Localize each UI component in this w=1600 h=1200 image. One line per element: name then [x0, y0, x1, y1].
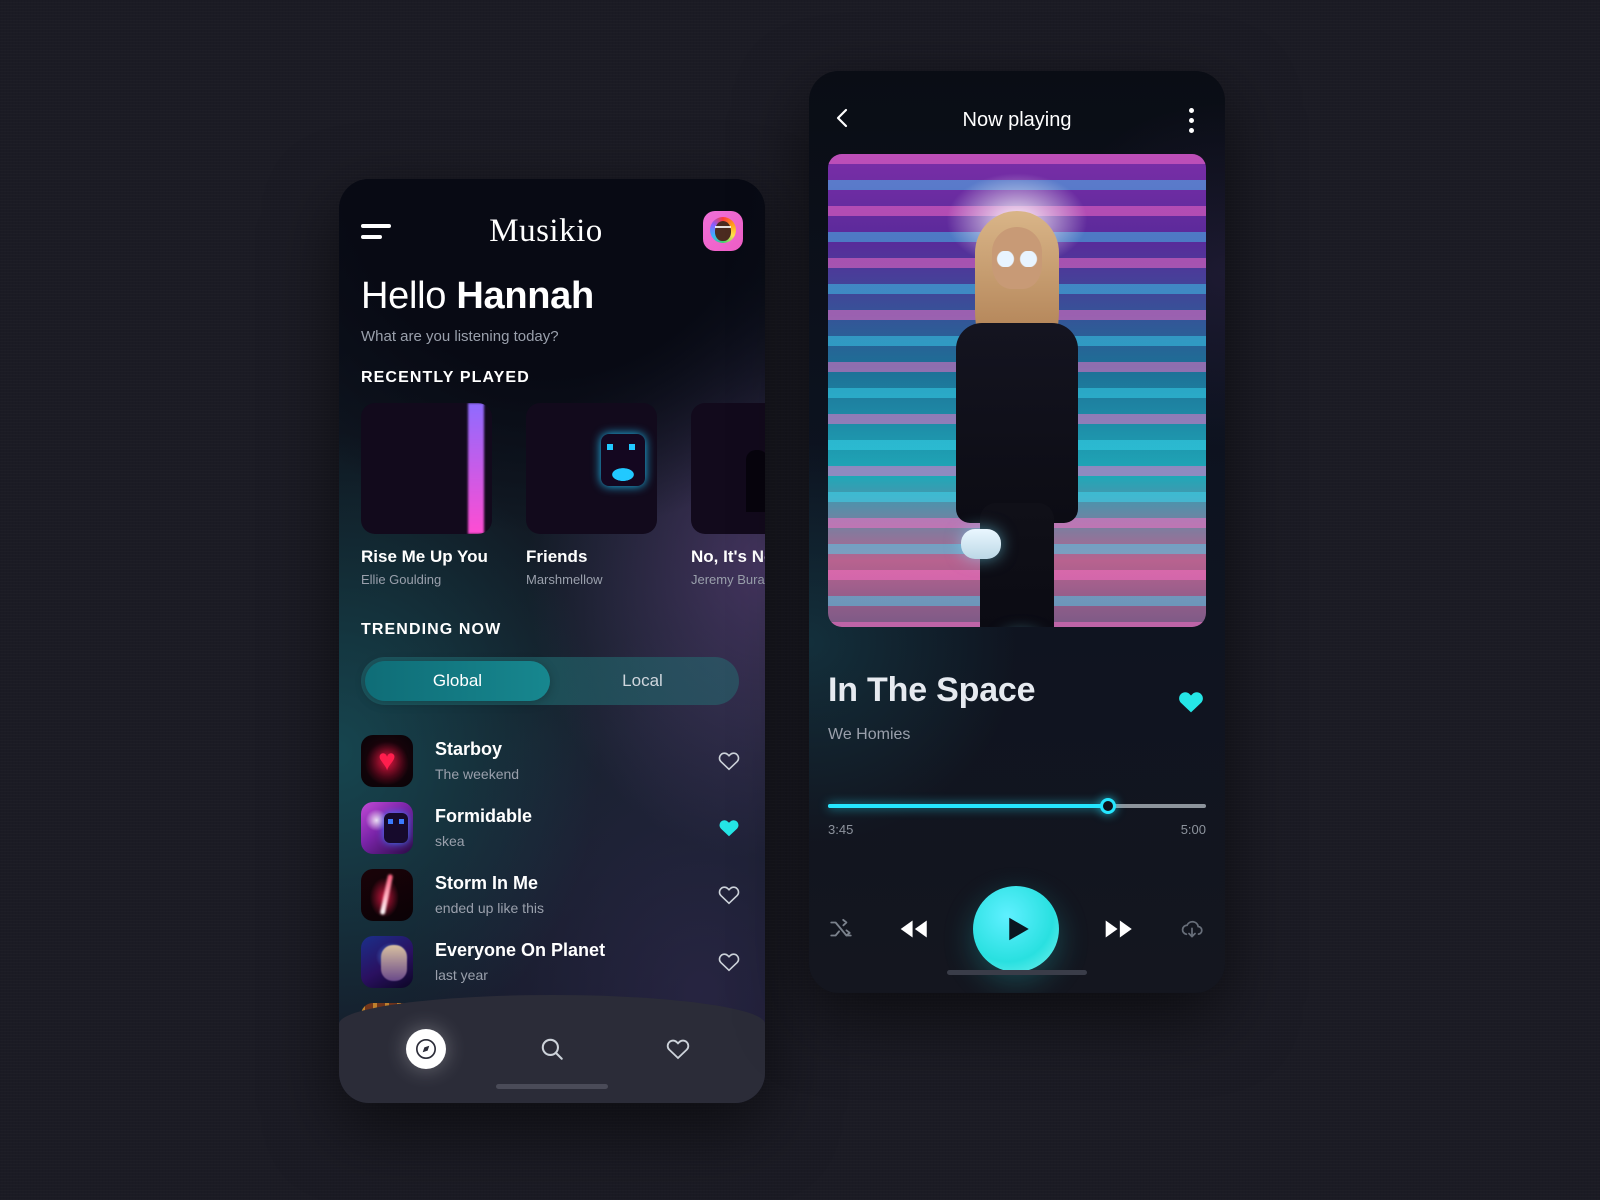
card-title: Rise Me Up You: [361, 547, 488, 566]
background-texture: [0, 0, 1600, 1200]
track-title: Storm In Me: [435, 873, 539, 893]
track-artist: last year: [435, 967, 488, 983]
time-total: 5:00: [1180, 822, 1206, 837]
heart-outline-icon[interactable]: [717, 749, 741, 773]
progress-knob[interactable]: [1099, 798, 1116, 814]
progress-times: 3:45 5:00: [828, 822, 1206, 837]
artwork-legs: [980, 502, 1054, 627]
track-art-icon: [361, 801, 413, 854]
song-title: In The Space: [828, 671, 1036, 709]
track-artist: The weekend: [435, 766, 520, 782]
now-playing-info: In The Space We Homies: [828, 671, 1206, 744]
track-title: Everyone On Planet: [435, 940, 606, 960]
avatar[interactable]: [703, 211, 743, 251]
recently-played-card[interactable]: Rise Me Up You Ellie Goulding: [361, 403, 492, 587]
page-title: Now playing: [962, 108, 1072, 131]
player-controls: [828, 886, 1206, 972]
shuffle-icon[interactable]: [828, 916, 854, 942]
avatar-face: [715, 221, 731, 241]
greeting-heading: Hello Hannah: [361, 275, 594, 318]
avatar-glasses: [715, 226, 731, 230]
heart-filled-icon[interactable]: [1176, 687, 1206, 725]
recently-played-heading: RECENTLY PLAYED: [361, 369, 530, 386]
tab-global[interactable]: Global: [365, 661, 550, 701]
trending-now-heading: TRENDING NOW: [361, 621, 502, 638]
rewind-icon[interactable]: [897, 912, 931, 946]
player-top-bar: Now playing: [809, 97, 1225, 143]
greeting-name: Hannah: [456, 275, 594, 317]
now-playing-phone: Now playing In The Space We Homies 3:45 …: [809, 71, 1225, 993]
recently-played-card[interactable]: Friends Marshmellow: [526, 403, 657, 587]
track-artist: ended up like this: [435, 900, 544, 916]
sunglasses-icon: [994, 250, 1040, 267]
list-item[interactable]: Everyone On Planet last year: [361, 928, 751, 995]
album-art-icon: [526, 403, 657, 534]
home-indicator: [496, 1084, 608, 1089]
list-item[interactable]: Formidable skea: [361, 794, 751, 861]
home-top-bar: Musikio: [339, 205, 765, 257]
home-scroll-area[interactable]: Musikio Hello Hannah What are you listen…: [339, 179, 765, 1103]
list-item[interactable]: Starboy The weekend: [361, 727, 751, 794]
track-art-icon: [361, 734, 413, 787]
track-meta: Starboy The weekend: [435, 739, 717, 782]
recently-played-card[interactable]: No, It's Not Jeremy Burak: [691, 403, 765, 587]
chevron-left-icon[interactable]: [831, 106, 855, 135]
sidebar-item-favorites[interactable]: [658, 1029, 698, 1069]
card-artist: Ellie Goulding: [361, 572, 442, 587]
album-artwork: [828, 154, 1206, 627]
greeting-subtitle: What are you listening today?: [361, 328, 559, 345]
track-meta: Everyone On Planet last year: [435, 940, 717, 983]
card-title: No, It's Not: [691, 547, 765, 566]
track-meta: Formidable skea: [435, 806, 717, 849]
time-elapsed: 3:45: [828, 822, 854, 837]
artwork-figure: [947, 210, 1087, 627]
track-meta: Storm In Me ended up like this: [435, 873, 717, 916]
sidebar-item-search[interactable]: [532, 1029, 572, 1069]
song-artist: We Homies: [828, 726, 911, 743]
track-artist: skea: [435, 833, 465, 849]
bottom-navigation: [339, 995, 765, 1103]
recently-played-carousel[interactable]: Rise Me Up You Ellie Goulding Friends Ma…: [361, 403, 765, 587]
heart-outline-icon[interactable]: [717, 883, 741, 907]
search-icon: [541, 1038, 563, 1060]
sidebar-item-discover[interactable]: [406, 1029, 446, 1069]
play-icon: [1009, 917, 1029, 941]
track-title: Starboy: [435, 739, 503, 759]
greeting-block: Hello Hannah What are you listening toda…: [361, 275, 594, 345]
track-title: Formidable: [435, 806, 533, 826]
song-text: In The Space We Homies: [828, 671, 1176, 744]
play-button[interactable]: [973, 886, 1059, 972]
trending-scope-toggle[interactable]: Global Local: [361, 657, 739, 705]
heart-outline-icon[interactable]: [717, 950, 741, 974]
album-art-icon: [691, 403, 765, 534]
app-brand-title: Musikio: [489, 212, 603, 249]
tab-local[interactable]: Local: [550, 661, 735, 701]
heart-icon: [666, 1039, 690, 1060]
cloud-download-icon[interactable]: [1178, 915, 1206, 943]
card-artist: Jeremy Burak: [691, 572, 765, 587]
track-art-icon: [361, 868, 413, 921]
progress-slider[interactable]: [828, 798, 1206, 814]
list-item[interactable]: Storm In Me ended up like this: [361, 861, 751, 928]
artwork-shoe: [961, 528, 1001, 559]
fast-forward-icon[interactable]: [1102, 912, 1136, 946]
more-vertical-icon[interactable]: [1179, 107, 1203, 133]
home-screen-phone: Musikio Hello Hannah What are you listen…: [339, 179, 765, 1103]
greeting-prefix: Hello: [361, 275, 457, 317]
home-indicator: [947, 970, 1087, 975]
bottom-nav-items: [339, 1029, 765, 1069]
card-title: Friends: [526, 547, 588, 566]
progress-fill: [828, 804, 1108, 808]
album-art-icon: [361, 403, 492, 534]
track-art-icon: [361, 935, 413, 988]
playback-progress: 3:45 5:00: [828, 798, 1206, 837]
artwork-body: [956, 322, 1078, 523]
card-artist: Marshmellow: [526, 572, 603, 587]
compass-icon: [416, 1039, 436, 1059]
heart-filled-icon[interactable]: [717, 816, 741, 840]
